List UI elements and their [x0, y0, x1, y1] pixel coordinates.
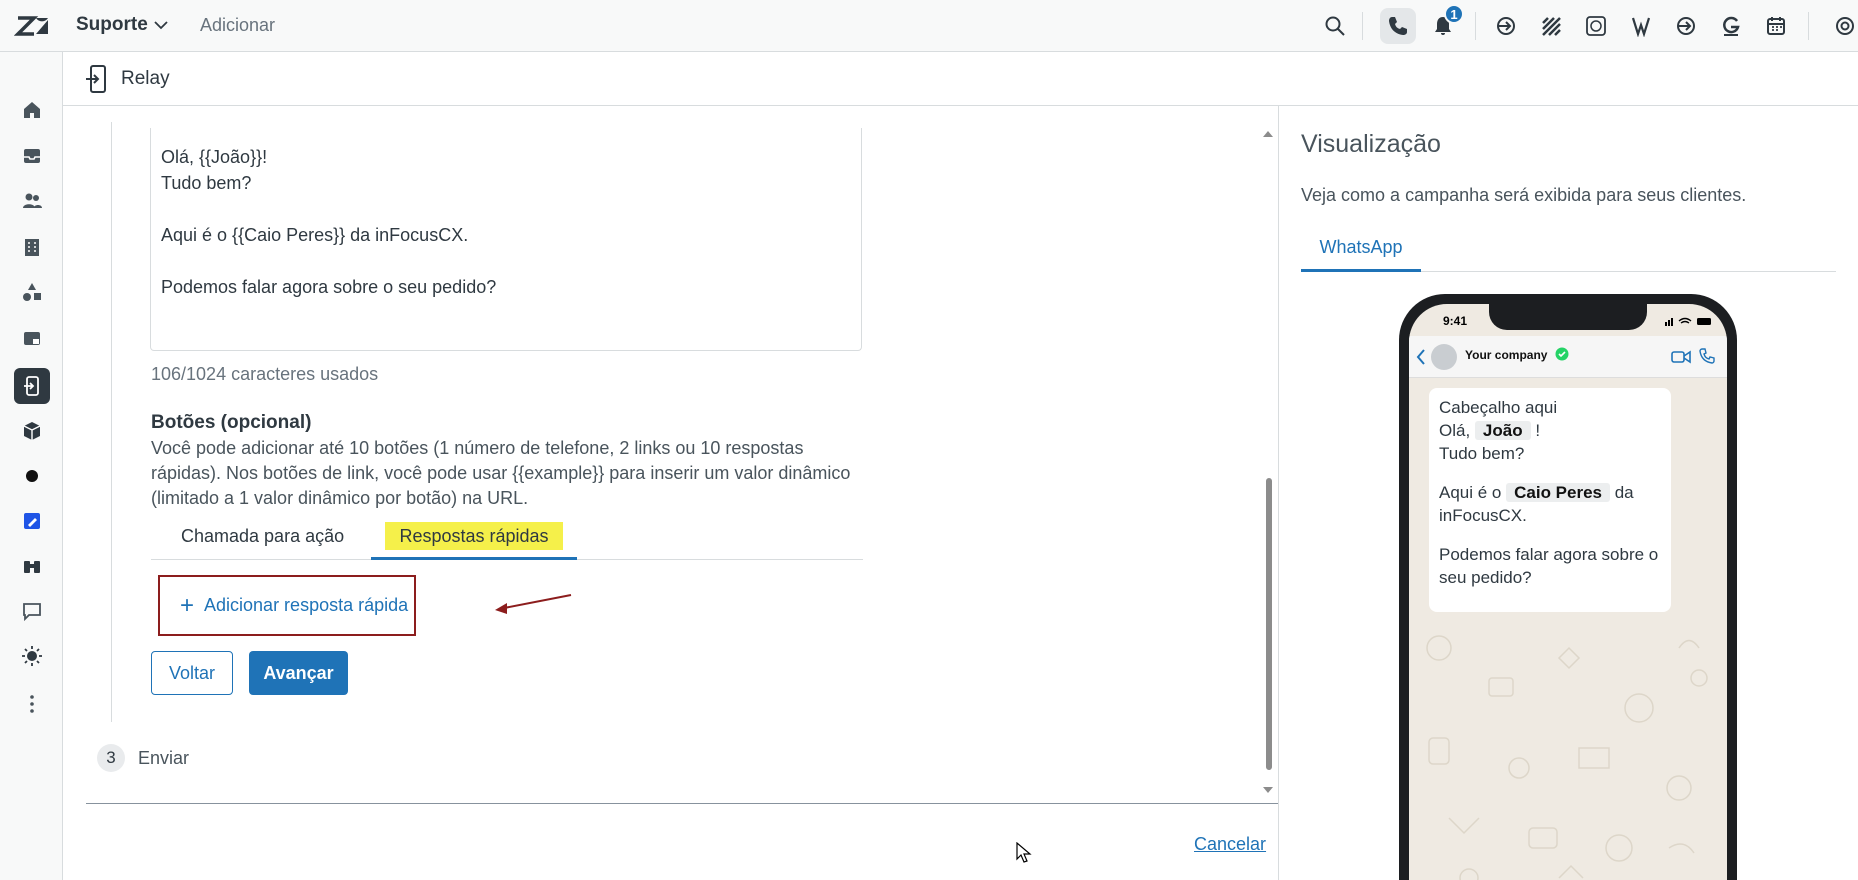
sidebar [0, 52, 63, 880]
scrollbar-thumb[interactable] [1266, 478, 1272, 770]
chevron-down-icon[interactable] [152, 16, 170, 34]
app-arrow-icon[interactable] [1491, 11, 1521, 41]
phone-notch [1489, 304, 1647, 330]
app-grid-icon[interactable] [1536, 11, 1566, 41]
variable-chip-agent: Caio Peres [1506, 483, 1610, 502]
more-vertical-icon [30, 695, 34, 713]
sidebar-item-reporting[interactable] [14, 274, 50, 310]
sidebar-item-organizations[interactable] [14, 229, 50, 265]
active-tab-indicator [371, 557, 577, 560]
w-app-icon[interactable] [1626, 11, 1656, 41]
sidebar-item-app-binoculars[interactable] [14, 548, 50, 584]
phone-mockup: 9:41 Your company Cabeçalho aqui Olá, Jo… [1399, 294, 1737, 880]
sidebar-item-app-dot[interactable] [14, 458, 50, 494]
buttons-section-title: Botões (opcional) [151, 412, 312, 433]
users-icon [23, 193, 42, 208]
annotation-arrow [495, 594, 572, 614]
relay-icon [24, 376, 39, 396]
video-call-icon[interactable] [1671, 350, 1691, 364]
sidebar-item-views[interactable] [14, 138, 50, 174]
g-app-icon[interactable] [1716, 11, 1746, 41]
preview-subtitle: Veja como a campanha será exibida para s… [1301, 185, 1747, 205]
preview-title: Visualização [1301, 130, 1441, 158]
step-label-send[interactable]: Enviar [138, 748, 189, 769]
message-bubble: Cabeçalho aqui Olá, João ! Tudo bem? Aqu… [1429, 388, 1671, 612]
sidebar-item-relay[interactable] [14, 368, 50, 404]
notifications-bell-icon[interactable]: 1 [1428, 4, 1464, 41]
tray-icon [24, 332, 40, 345]
button-type-tabs: Chamada para ação Respostas rápidas [151, 516, 863, 560]
cube-icon [23, 422, 41, 440]
voice-call-icon[interactable] [1699, 348, 1715, 364]
message-line-3: Aqui é o Caio Peres da inFocusCX. [1439, 483, 1634, 525]
cancel-link[interactable]: Cancelar [1194, 834, 1266, 855]
step-connector [111, 122, 112, 722]
phone-screen: 9:41 Your company Cabeçalho aqui Olá, Jo… [1409, 304, 1727, 880]
whatsapp-chat-header: Your company [1409, 336, 1727, 378]
tab-quick-replies[interactable]: Respostas rápidas [371, 516, 577, 550]
sidebar-item-home[interactable] [14, 92, 50, 128]
character-count: 106/1024 caracteres usados [151, 364, 379, 384]
message-header-line: Cabeçalho aqui [1439, 398, 1558, 417]
sun-icon [22, 646, 42, 666]
binoculars-icon [24, 561, 40, 573]
help-lifebuoy-icon[interactable] [1830, 11, 1858, 41]
message-line-4: Podemos falar agora sobre o seu pedido? [1439, 545, 1659, 587]
plus-icon: + [180, 591, 195, 619]
buttons-section-description: Você pode adicionar até 10 botões (1 núm… [151, 438, 851, 508]
verified-badge-icon [1555, 347, 1569, 361]
sidebar-more-menu[interactable] [14, 686, 50, 722]
app-title: Relay [121, 68, 170, 89]
chat-icon [23, 603, 41, 622]
sidebar-item-app-blue[interactable] [14, 503, 50, 539]
relay-icon [86, 65, 106, 93]
sidebar-item-chat[interactable] [14, 593, 50, 629]
phone-icon[interactable] [1380, 8, 1416, 44]
whatsapp-app-icon[interactable] [1581, 11, 1611, 41]
message-greeting: Olá, João ! [1439, 421, 1541, 440]
edit-app-icon [24, 513, 40, 529]
back-button[interactable]: Voltar [151, 651, 233, 695]
calendar-icon[interactable] [1761, 11, 1791, 41]
sidebar-item-app-sun[interactable] [14, 638, 50, 674]
contact-avatar [1431, 344, 1457, 370]
back-chevron-icon[interactable] [1415, 348, 1427, 366]
status-time: 9:41 [1443, 314, 1468, 328]
sidebar-item-app-box[interactable] [14, 413, 50, 449]
contact-name: Your company [1465, 348, 1548, 362]
message-body-textarea[interactable]: Olá, {{João}}! Tudo bem? Aqui é o {{Caio… [150, 128, 862, 351]
add-quick-reply-label: Adicionar resposta rápida [204, 595, 409, 615]
search-icon[interactable] [1320, 11, 1350, 41]
notification-count-badge: 1 [1444, 4, 1464, 24]
footer-divider [86, 803, 1278, 804]
mouse-cursor-icon [1016, 842, 1032, 863]
message-line-2: Tudo bem? [1439, 444, 1525, 463]
app-arrow-circle-icon[interactable] [1671, 11, 1701, 41]
scroll-down-arrow-icon[interactable] [1262, 784, 1274, 796]
preview-channel-tabs: WhatsApp [1301, 226, 1836, 272]
add-quick-reply-button[interactable]: + Adicionar resposta rápida [158, 575, 416, 636]
scroll-up-arrow-icon[interactable] [1262, 128, 1274, 140]
status-bar-icons [1665, 317, 1711, 326]
step-number: 3 [97, 744, 125, 772]
building-icon [25, 239, 39, 256]
product-switcher[interactable]: Suporte [76, 14, 148, 36]
app-header: Relay [63, 52, 1858, 106]
shapes-icon [23, 283, 41, 301]
sidebar-item-customers[interactable] [14, 183, 50, 219]
top-bar: Suporte Adicionar 1 [0, 0, 1858, 52]
next-button[interactable]: Avançar [249, 651, 348, 695]
tab-whatsapp[interactable]: WhatsApp [1301, 226, 1421, 272]
preview-panel: Visualização Veja como a campanha será e… [1279, 106, 1858, 880]
add-menu[interactable]: Adicionar [200, 15, 275, 36]
tab-call-to-action[interactable]: Chamada para ação [181, 526, 344, 547]
inbox-icon [24, 149, 40, 163]
home-icon [24, 102, 40, 118]
sidebar-item-admin[interactable] [14, 320, 50, 356]
zendesk-logo-icon[interactable] [14, 12, 50, 40]
variable-chip-name: João [1474, 421, 1531, 440]
campaign-form: Olá, {{João}}! Tudo bem? Aqui é o {{Caio… [63, 106, 1278, 880]
dot-icon [26, 470, 38, 482]
